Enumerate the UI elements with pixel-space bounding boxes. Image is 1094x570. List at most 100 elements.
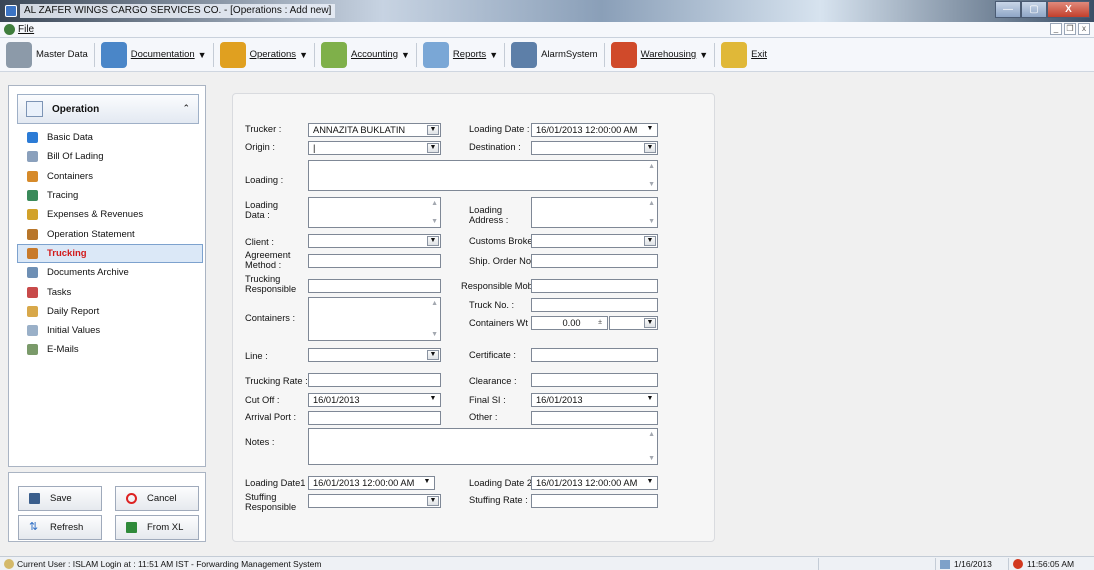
scroll-down-icon[interactable]: ▼: [648, 455, 655, 462]
scroll-up-icon[interactable]: ▲: [648, 163, 655, 170]
chevron-down-icon[interactable]: ▼: [198, 50, 207, 60]
loading-date2-picker[interactable]: 16/01/2013 12:00:00 AM ▼: [531, 476, 658, 490]
mdi-close-button[interactable]: x: [1078, 23, 1090, 35]
toolbar-accounting-button[interactable]: Accounting ▼: [320, 41, 410, 68]
loading-date1-picker[interactable]: 16/01/2013 12:00:00 AM ▼: [308, 476, 435, 490]
chevron-down-icon[interactable]: ▼: [427, 395, 439, 405]
sidebar-item-tasks[interactable]: Tasks: [17, 282, 203, 301]
toolbar-operations-button[interactable]: Operations ▼: [219, 41, 308, 68]
scroll-up-icon[interactable]: ▲: [431, 300, 438, 307]
app-icon: [5, 5, 17, 17]
close-button[interactable]: X: [1047, 1, 1090, 18]
menu-file[interactable]: File: [4, 24, 34, 35]
minimize-button[interactable]: —: [995, 1, 1021, 18]
sidebar-item-trucking[interactable]: Trucking: [17, 243, 203, 264]
maximize-button[interactable]: ▢: [1021, 1, 1047, 18]
line-select[interactable]: ▼: [308, 348, 441, 362]
status-bar: Current User : ISLAM Login at : 11:51 AM…: [0, 556, 1094, 570]
chevron-down-icon[interactable]: ▼: [421, 478, 433, 488]
chevron-down-icon[interactable]: ▼: [401, 50, 410, 60]
scroll-down-icon[interactable]: ▼: [648, 181, 655, 188]
containers-wt-unit-select[interactable]: ▼: [609, 316, 658, 330]
cancel-button[interactable]: Cancel: [115, 486, 199, 511]
sidebar-header[interactable]: Operation ⌃: [17, 94, 199, 124]
origin-select[interactable]: | ▼: [308, 141, 441, 155]
toolbar-exit-button[interactable]: Exit: [721, 41, 767, 68]
toolbar-alarm-system-button[interactable]: AlarmSystem: [511, 41, 598, 68]
toolbar-warehousing-button[interactable]: Warehousing ▼: [610, 41, 708, 68]
client-select[interactable]: ▼: [308, 234, 441, 248]
ship-order-input[interactable]: [531, 254, 658, 268]
agreement-method-input[interactable]: [308, 254, 441, 268]
clock-icon: [1013, 559, 1023, 569]
scroll-up-icon[interactable]: ▲: [648, 431, 655, 438]
other-input[interactable]: [531, 411, 658, 425]
loading-date-label: Loading Date :: [469, 124, 530, 134]
loading-data-textarea[interactable]: ▲ ▼: [308, 197, 441, 228]
containers-wt-input[interactable]: 0.00 ±: [531, 316, 608, 330]
sidebar-item-basic-data[interactable]: Basic Data: [17, 128, 203, 147]
sidebar-item-operation-statement[interactable]: Operation Statement: [17, 224, 203, 243]
scroll-down-icon[interactable]: ▼: [648, 218, 655, 225]
arrival-port-input[interactable]: [308, 411, 441, 425]
sidebar-item-documents-archive[interactable]: Documents Archive: [17, 263, 203, 282]
toolbar-master-data-button[interactable]: Master Data: [6, 41, 88, 68]
sidebar-item-expenses-revenues[interactable]: Expenses & Revenues: [17, 205, 203, 224]
origin-label: Origin :: [245, 142, 275, 152]
scroll-down-icon[interactable]: ▼: [431, 331, 438, 338]
chevron-down-icon[interactable]: ▼: [427, 496, 439, 506]
chevron-down-icon[interactable]: ▼: [427, 143, 439, 153]
sidebar-item-bill-of-lading[interactable]: Bill Of Lading: [17, 147, 203, 166]
bill-of-lading-icon: [27, 151, 38, 163]
chevron-down-icon[interactable]: ▼: [644, 236, 656, 246]
spin-updown-icon[interactable]: ±: [595, 318, 605, 328]
cut-off-picker[interactable]: 16/01/2013 ▼: [308, 393, 441, 407]
save-button[interactable]: Save: [18, 486, 102, 511]
chevron-down-icon[interactable]: ▼: [299, 50, 308, 60]
refresh-button[interactable]: ⇅ Refresh: [18, 515, 102, 540]
scroll-up-icon[interactable]: ▲: [431, 200, 438, 207]
chevron-down-icon[interactable]: ▼: [644, 318, 656, 328]
chevron-down-icon[interactable]: ▼: [699, 50, 708, 60]
toolbar-documentation-button[interactable]: Documentation ▼: [100, 41, 207, 68]
chevron-down-icon[interactable]: ▼: [644, 143, 656, 153]
notes-textarea[interactable]: ▲ ▼: [308, 428, 658, 465]
mdi-minimize-button[interactable]: _: [1050, 23, 1062, 35]
certificate-input[interactable]: [531, 348, 658, 362]
stuffing-responsible-select[interactable]: ▼: [308, 494, 441, 508]
sidebar-item-label: Containers: [47, 170, 93, 182]
truck-no-input[interactable]: [531, 298, 658, 312]
trucking-responsible-input[interactable]: [308, 279, 441, 293]
chevron-down-icon[interactable]: ▼: [427, 350, 439, 360]
excel-icon: [126, 522, 137, 533]
stuffing-rate-input[interactable]: [531, 494, 658, 508]
chevron-down-icon[interactable]: ▼: [427, 125, 439, 135]
containers-textarea[interactable]: ▲ ▼: [308, 297, 441, 341]
sidebar-item-daily-report[interactable]: Daily Report: [17, 302, 203, 321]
chevron-down-icon[interactable]: ▼: [489, 50, 498, 60]
responsible-mob-input[interactable]: [531, 279, 658, 293]
customs-broker-select[interactable]: ▼: [531, 234, 658, 248]
destination-select[interactable]: ▼: [531, 141, 658, 155]
chevron-down-icon[interactable]: ▼: [644, 395, 656, 405]
chevron-down-icon[interactable]: ▼: [427, 236, 439, 246]
clearance-input[interactable]: [531, 373, 658, 387]
from-xl-button[interactable]: From XL: [115, 515, 199, 540]
sidebar-item-e-mails[interactable]: E-Mails: [17, 340, 203, 359]
chevron-down-icon[interactable]: ▼: [644, 125, 656, 135]
trucker-select[interactable]: ANNAZITA BUKLATIN ▼: [308, 123, 441, 137]
collapse-icon[interactable]: ⌃: [182, 103, 190, 114]
sidebar-item-containers[interactable]: Containers: [17, 167, 203, 186]
trucking-rate-input[interactable]: [308, 373, 441, 387]
scroll-up-icon[interactable]: ▲: [648, 200, 655, 207]
toolbar-reports-button[interactable]: Reports ▼: [422, 41, 498, 68]
sidebar-item-tracing[interactable]: Tracing: [17, 186, 203, 205]
scroll-down-icon[interactable]: ▼: [431, 218, 438, 225]
loading-address-textarea[interactable]: ▲ ▼: [531, 197, 658, 228]
chevron-down-icon[interactable]: ▼: [644, 478, 656, 488]
mdi-restore-button[interactable]: ❐: [1064, 23, 1076, 35]
loading-textarea[interactable]: ▲ ▼: [308, 160, 658, 191]
sidebar-item-initial-values[interactable]: Initial Values: [17, 321, 203, 340]
final-si-picker[interactable]: 16/01/2013 ▼: [531, 393, 658, 407]
loading-date-picker[interactable]: 16/01/2013 12:00:00 AM ▼: [531, 123, 658, 137]
